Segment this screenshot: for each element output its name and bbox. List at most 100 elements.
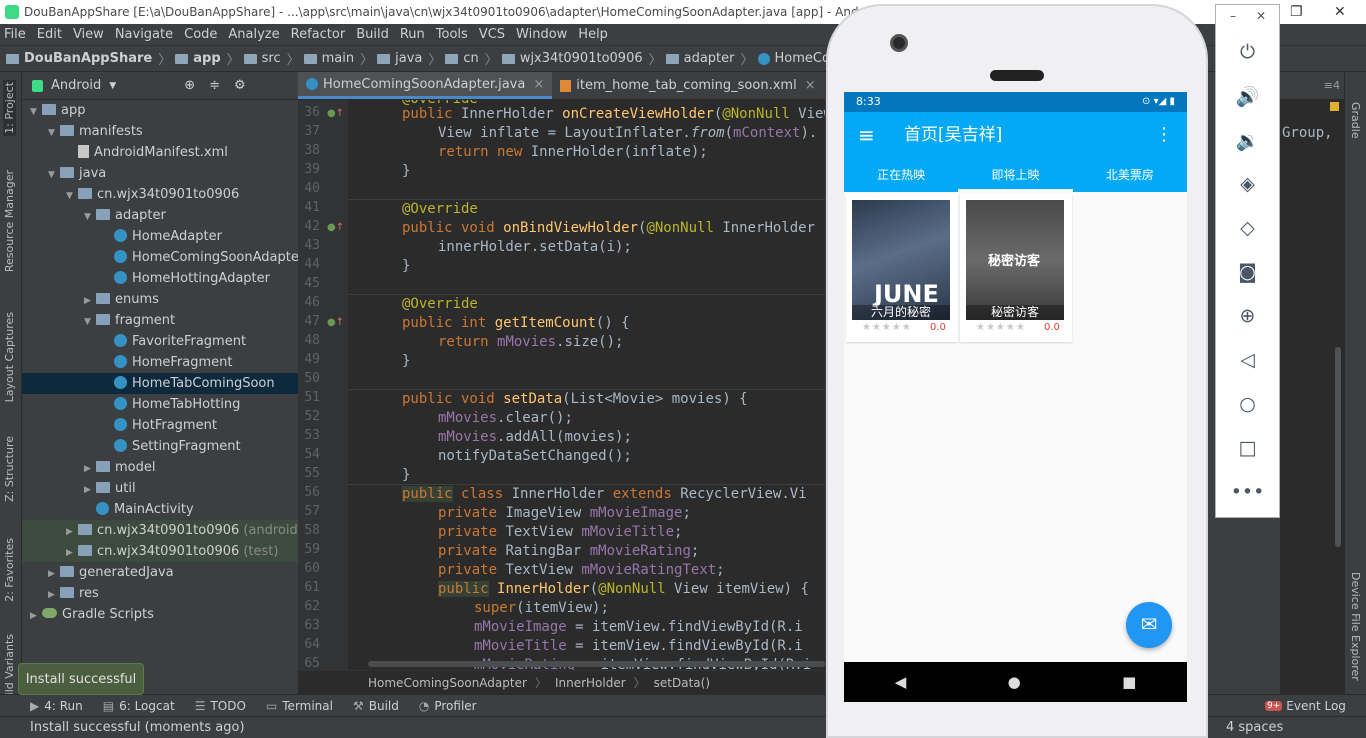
back-icon[interactable]: ◀: [895, 673, 907, 691]
chevron-right-icon[interactable]: ▶: [84, 291, 96, 310]
maximize-icon[interactable]: ❐: [1290, 0, 1303, 24]
tree-folder-item[interactable]: ▶ model: [22, 457, 298, 478]
close-icon[interactable]: ×: [805, 78, 816, 93]
breadcrumb-item[interactable]: app: [175, 51, 221, 66]
tree-folder-item[interactable]: ▼ manifests: [22, 121, 298, 142]
tree-class-item[interactable]: HomeHottingAdapter: [22, 268, 298, 289]
chevron-down-icon[interactable]: ▼: [84, 312, 96, 331]
tree-folder-item[interactable]: ▼ cn.wjx34t0901to0906: [22, 184, 298, 205]
horizontal-scrollbar[interactable]: [368, 661, 825, 667]
chevron-right-icon[interactable]: ▶: [84, 480, 96, 499]
menu-edit[interactable]: Edit: [37, 27, 62, 42]
tab-list-icon[interactable]: ≡4: [1280, 72, 1344, 100]
chevron-right-icon[interactable]: ▶: [66, 543, 78, 562]
chevron-right-icon[interactable]: ▶: [84, 459, 96, 478]
chevron-down-icon[interactable]: ▼: [30, 102, 42, 121]
tree-class-item[interactable]: HomeAdapter: [22, 226, 298, 247]
chevron-right-icon[interactable]: ▶: [48, 564, 60, 583]
close-icon[interactable]: ×: [533, 77, 544, 92]
chevron-down-icon[interactable]: ▼: [84, 207, 96, 226]
menu-build[interactable]: Build: [356, 27, 389, 42]
power-icon[interactable]: ⏻: [1216, 41, 1279, 63]
chevron-right-icon[interactable]: ▶: [30, 606, 42, 625]
breadcrumb-item[interactable]: src: [243, 51, 281, 66]
override-marker-icon[interactable]: ●↑: [327, 222, 344, 233]
tree-class-item[interactable]: SettingFragment: [22, 436, 298, 457]
volume-down-icon[interactable]: 🔉: [1216, 129, 1279, 152]
tab-now-showing[interactable]: 正在热映: [844, 158, 958, 192]
tree-folder-item[interactable]: ▼ adapter: [22, 205, 298, 226]
tree-folder-item[interactable]: ▶ res: [22, 583, 298, 604]
chevron-down-icon[interactable]: ▼: [109, 81, 116, 91]
tool-window-ild-variants[interactable]: ild Variants: [3, 634, 16, 695]
tree-class-item[interactable]: HomeTabHotting: [22, 394, 298, 415]
tree-folder-item[interactable]: ▶ util: [22, 478, 298, 499]
code-breadcrumb-item[interactable]: InnerHolder: [555, 676, 626, 690]
breadcrumb-item[interactable]: adapter: [665, 51, 735, 66]
terminal-tool[interactable]: ▭ Terminal: [266, 699, 333, 713]
project-view-selector[interactable]: Android ▼ ⊕ ≑ ⚙: [22, 72, 298, 100]
tree-folder-item[interactable]: ▼ java: [22, 163, 298, 184]
tree-folder-item[interactable]: ▶ cn.wjx34t0901to0906 (test): [22, 541, 298, 562]
gradle-tool[interactable]: Gradle: [1349, 102, 1362, 139]
breadcrumb-item[interactable]: cn: [445, 51, 479, 66]
code-breadcrumb-item[interactable]: setData(): [654, 676, 710, 690]
menu-window[interactable]: Window: [516, 27, 567, 42]
indent-setting[interactable]: 4 spaces: [1226, 720, 1283, 735]
more-icon[interactable]: •••: [1216, 481, 1279, 503]
device-file-explorer-tool[interactable]: Device File Explorer: [1349, 572, 1362, 681]
tree-folder-item[interactable]: ▶ Gradle Scripts: [22, 604, 298, 625]
install-toast[interactable]: Install successful: [18, 663, 144, 695]
code-breadcrumb-item[interactable]: HomeComingSoonAdapter: [368, 676, 527, 690]
overview-icon[interactable]: ■: [1122, 673, 1136, 691]
override-marker-icon[interactable]: ●↑: [327, 108, 344, 119]
movie-card[interactable]: 秘密访客 秘密访客 ★★★★★ 0.0: [960, 194, 1072, 342]
home-icon[interactable]: ○: [1216, 393, 1279, 415]
tree-folder-item[interactable]: ▶ enums: [22, 289, 298, 310]
chevron-right-icon[interactable]: ▶: [66, 522, 78, 541]
chevron-down-icon[interactable]: ▼: [48, 123, 60, 142]
close-window-icon[interactable]: ✕: [1334, 0, 1346, 24]
logcat-tool[interactable]: ▤ 6: Logcat: [103, 699, 175, 713]
breadcrumb-item[interactable]: main: [303, 51, 354, 66]
profiler-tool[interactable]: ◔ Profiler: [419, 699, 477, 713]
tree-class-item[interactable]: HomeTabComingSoon: [22, 373, 298, 394]
override-marker-icon[interactable]: ●↑: [327, 317, 344, 328]
breadcrumb-item[interactable]: java: [377, 51, 422, 66]
tool-window-z-structure[interactable]: Z: Structure: [3, 436, 16, 502]
rotate-right-icon[interactable]: ◇: [1216, 217, 1279, 239]
tab-homecomingsoonadapter[interactable]: HomeComingSoonAdapter.java ×: [298, 72, 553, 99]
build-tool[interactable]: ⚒ Build: [353, 699, 399, 713]
menu-code[interactable]: Code: [184, 27, 217, 42]
gear-icon[interactable]: ⚙: [234, 78, 246, 93]
menu-refactor[interactable]: Refactor: [291, 27, 346, 42]
rotate-left-icon[interactable]: ◈: [1216, 173, 1279, 195]
tab-item-home-tab-coming-soon[interactable]: item_home_tab_coming_soon.xml ×: [552, 72, 823, 99]
overview-icon[interactable]: □: [1216, 437, 1279, 459]
menu-help[interactable]: Help: [578, 27, 608, 42]
menu-vcs[interactable]: VCS: [479, 27, 505, 42]
menu-run[interactable]: Run: [400, 27, 425, 42]
tab-box-office[interactable]: 北美票房: [1073, 158, 1187, 192]
volume-up-icon[interactable]: 🔊: [1216, 85, 1279, 108]
tree-folder-item[interactable]: ▶ generatedJava: [22, 562, 298, 583]
overflow-menu-icon[interactable]: ⋮: [1155, 112, 1173, 158]
breadcrumb-item[interactable]: wjx34t0901to0906: [501, 51, 643, 66]
menu-view[interactable]: View: [73, 27, 104, 42]
close-icon[interactable]: ✕: [1256, 9, 1266, 23]
tool-window-2-favorites[interactable]: 2: Favorites: [3, 538, 16, 602]
run-tool[interactable]: ▶ 4: Run: [30, 699, 83, 713]
breadcrumb-item[interactable]: DouBanAppShare: [6, 51, 152, 66]
menu-file[interactable]: File: [4, 27, 26, 42]
collapse-icon[interactable]: ≑: [209, 78, 220, 93]
tree-class-item[interactable]: MainActivity: [22, 499, 298, 520]
back-icon[interactable]: ◁: [1216, 349, 1279, 371]
tree-class-item[interactable]: HomeFragment: [22, 352, 298, 373]
menu-icon[interactable]: ≡: [858, 112, 875, 158]
tree-class-item[interactable]: HomeComingSoonAdapter: [22, 247, 298, 268]
vertical-scrollbar[interactable]: [1335, 347, 1341, 547]
minimize-icon[interactable]: –: [1230, 9, 1236, 23]
menu-analyze[interactable]: Analyze: [228, 27, 279, 42]
tree-folder-item[interactable]: ▶cn.wjx34t0901to0906(androidTest): [22, 520, 298, 541]
tree-file-item[interactable]: AndroidManifest.xml: [22, 142, 298, 163]
